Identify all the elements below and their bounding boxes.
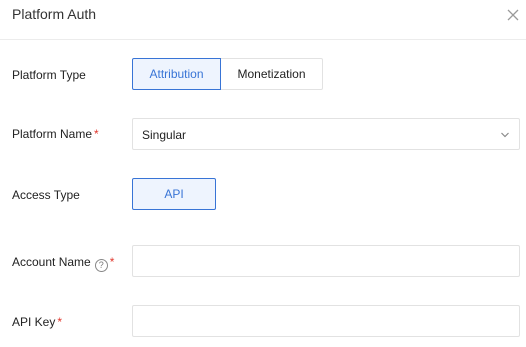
account-name-label: Account Name? * <box>12 255 114 272</box>
account-name-input[interactable] <box>133 246 519 276</box>
help-icon[interactable]: ? <box>94 259 108 272</box>
platform-auth-dialog: Platform Auth Platform Type Attribution … <box>0 0 526 347</box>
platform-name-value: Singular <box>142 128 187 142</box>
platform-type-label-text: Platform Type <box>12 68 86 82</box>
required-mark: * <box>109 255 115 269</box>
dialog-title: Platform Auth <box>12 6 97 22</box>
platform-name-label-text: Platform Name <box>12 127 93 141</box>
platform-name-label: Platform Name * <box>12 127 99 141</box>
access-type-api-button[interactable]: API <box>132 178 216 210</box>
api-key-label-text: API Key <box>12 315 56 329</box>
api-key-input[interactable] <box>133 306 519 336</box>
access-type-label: Access Type <box>12 188 80 202</box>
platform-name-select[interactable]: Singular <box>132 118 520 150</box>
close-icon[interactable] <box>505 7 521 23</box>
platform-type-monetization-button[interactable]: Monetization <box>221 58 323 90</box>
dialog-header: Platform Auth <box>0 0 526 40</box>
api-key-label: API Key * <box>12 315 62 329</box>
account-name-field[interactable] <box>132 245 520 277</box>
chevron-down-icon <box>501 132 509 138</box>
required-mark: * <box>57 315 63 329</box>
api-key-field[interactable] <box>132 305 520 337</box>
required-mark: * <box>94 127 99 141</box>
access-type-label-text: Access Type <box>12 188 80 202</box>
platform-type-attribution-button[interactable]: Attribution <box>132 58 221 90</box>
platform-type-label: Platform Type <box>12 68 86 82</box>
account-name-label-text: Account Name <box>12 255 91 269</box>
